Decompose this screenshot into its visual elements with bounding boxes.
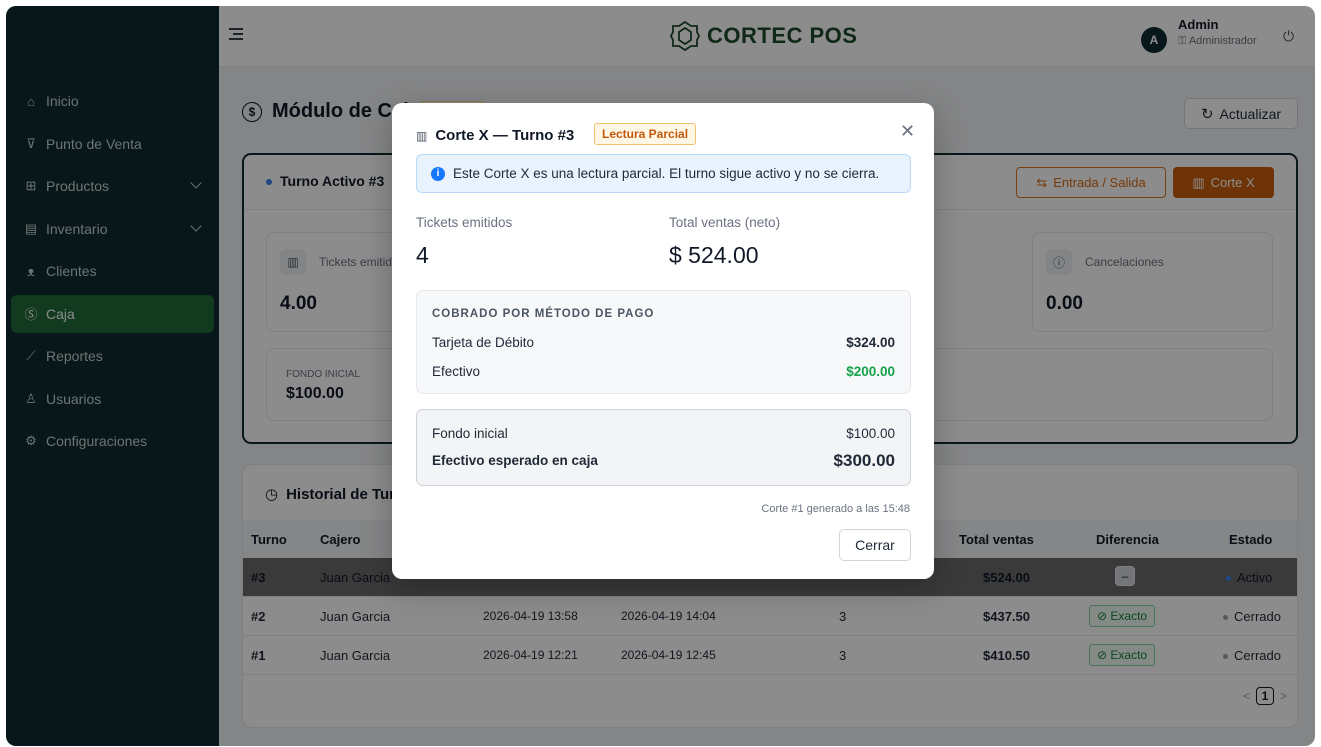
payment-methods-heading: COBRADO POR MÉTODO DE PAGO	[432, 308, 655, 320]
total-ventas-value: $ 524.00	[669, 242, 759, 268]
tickets-emitidos-value: 4	[416, 242, 429, 268]
generated-timestamp: Corte #1 generado a las 15:48	[761, 503, 910, 515]
info-alert-text: Este Corte X es una lectura parcial. El …	[453, 166, 880, 181]
close-icon[interactable]: ✕	[900, 121, 915, 142]
payment-method-amount: $324.00	[846, 335, 895, 350]
payment-method-label: Tarjeta de Débito	[432, 335, 535, 350]
efectivo-esperado-amount: $300.00	[833, 451, 895, 470]
close-button[interactable]: Cerrar	[839, 529, 911, 561]
info-alert: i Este Corte X es una lectura parcial. E…	[416, 154, 911, 193]
tickets-emitidos-label: Tickets emitidos	[416, 215, 513, 230]
payment-method-amount: $200.00	[846, 364, 895, 379]
total-ventas-label: Total ventas (neto)	[669, 215, 781, 230]
info-icon: i	[431, 166, 445, 181]
efectivo-esperado-row: Efectivo esperado en caja $300.00	[432, 451, 895, 470]
fondo-inicial-label: Fondo inicial	[432, 426, 508, 441]
payment-method-label: Efectivo	[432, 364, 481, 379]
efectivo-esperado-label: Efectivo esperado en caja	[432, 453, 598, 468]
cash-summary-box: Fondo inicial $100.00 Efectivo esperado …	[416, 409, 911, 486]
bar-chart-icon: ▥	[416, 128, 428, 143]
payment-methods-box: COBRADO POR MÉTODO DE PAGO Tarjeta de Dé…	[416, 290, 911, 394]
modal-title: ▥ Corte X — Turno #3	[416, 127, 574, 144]
payment-row-debito: Tarjeta de Débito $324.00	[432, 335, 895, 350]
lectura-parcial-badge: Lectura Parcial	[594, 123, 697, 145]
payment-row-efectivo: Efectivo $200.00	[432, 364, 895, 379]
corte-x-modal: ▥ Corte X — Turno #3 Lectura Parcial ✕ i…	[392, 103, 934, 579]
modal-title-text: Corte X — Turno #3	[435, 127, 575, 144]
fondo-inicial-row: Fondo inicial $100.00	[432, 426, 895, 441]
fondo-inicial-amount: $100.00	[846, 426, 895, 441]
